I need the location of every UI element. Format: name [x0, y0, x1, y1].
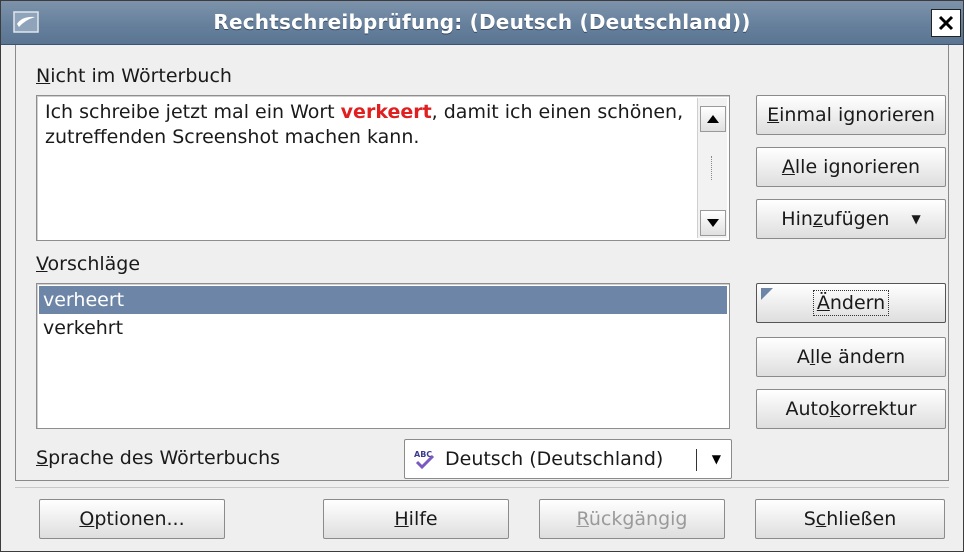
change-all-label: Alle ändern: [796, 346, 906, 368]
autocorrect-label: Autokorrektur: [785, 398, 917, 420]
arrow-up-icon: [707, 115, 719, 123]
scroll-up-button[interactable]: [700, 106, 726, 132]
autocorrect-button[interactable]: Autokorrektur: [756, 389, 946, 429]
window-title: Rechtschreibprüfung: (Deutsch (Deutschla…: [213, 10, 751, 34]
chevron-down-icon[interactable]: ▼: [712, 452, 721, 466]
spellcheck-abc-icon: ABC: [414, 450, 435, 470]
add-label: Hinzufügen: [781, 208, 890, 230]
options-button[interactable]: Optionen...: [39, 499, 225, 539]
suggestions-label: Vorschläge: [36, 253, 141, 275]
close-icon: [938, 15, 954, 31]
combo-separator: [696, 449, 697, 471]
ignore-once-button[interactable]: Einmal ignorieren: [756, 95, 946, 135]
options-label: Optionen...: [79, 508, 185, 530]
close-button[interactable]: Schließen: [755, 499, 945, 539]
sentence-text: Ich schreibe jetzt mal ein Wort verkeert…: [45, 101, 684, 148]
ignore-all-button[interactable]: Alle ignorieren: [756, 147, 946, 187]
help-label: Hilfe: [394, 508, 438, 530]
suggestion-item-verkehrt[interactable]: verkehrt: [39, 314, 727, 342]
change-all-button[interactable]: Alle ändern: [756, 337, 946, 377]
ignore-once-label: Einmal ignorieren: [767, 104, 935, 126]
spellcheck-dialog: Rechtschreibprüfung: (Deutsch (Deutschla…: [0, 0, 964, 552]
default-marker-icon: [761, 288, 773, 300]
undo-label: Rückgängig: [576, 508, 688, 530]
close-label: Schließen: [803, 508, 897, 530]
ignore-all-label: Alle ignorieren: [781, 156, 921, 178]
not-in-dictionary-label: Nicht im Wörterbuch: [36, 65, 232, 87]
dialog-content: Nicht im Wörterbuch Ich schreibe jetzt m…: [15, 45, 949, 481]
scroll-down-button[interactable]: [700, 210, 726, 236]
title-bar[interactable]: Rechtschreibprüfung: (Deutsch (Deutschla…: [1, 1, 963, 45]
arrow-down-icon: [707, 219, 719, 227]
sentence-textbox[interactable]: Ich schreibe jetzt mal ein Wort verkeert…: [36, 95, 730, 241]
app-icon: [13, 11, 39, 33]
footer-separator: [15, 487, 949, 488]
suggestion-item-verheert[interactable]: verheert: [39, 286, 727, 314]
dictionary-language-label: Sprache des Wörterbuchs: [36, 447, 281, 469]
change-label: Ändern: [812, 290, 890, 316]
suggestions-list[interactable]: verheert verkehrt: [36, 283, 730, 429]
close-window-button[interactable]: [931, 9, 961, 37]
dictionary-language-select[interactable]: ABC Deutsch (Deutschland) ▼: [404, 439, 732, 479]
chevron-down-icon[interactable]: ▼: [911, 212, 920, 226]
change-button[interactable]: Ändern: [756, 283, 946, 323]
misspelled-word: verkeert: [340, 101, 432, 123]
help-button[interactable]: Hilfe: [323, 499, 509, 539]
dictionary-language-value: Deutsch (Deutschland): [445, 448, 664, 470]
add-to-dictionary-button[interactable]: Hinzufügen ▼: [756, 199, 946, 239]
undo-button[interactable]: Rückgängig: [539, 499, 725, 539]
scroll-grip[interactable]: [711, 156, 714, 180]
sentence-scrollbar[interactable]: [697, 98, 727, 238]
